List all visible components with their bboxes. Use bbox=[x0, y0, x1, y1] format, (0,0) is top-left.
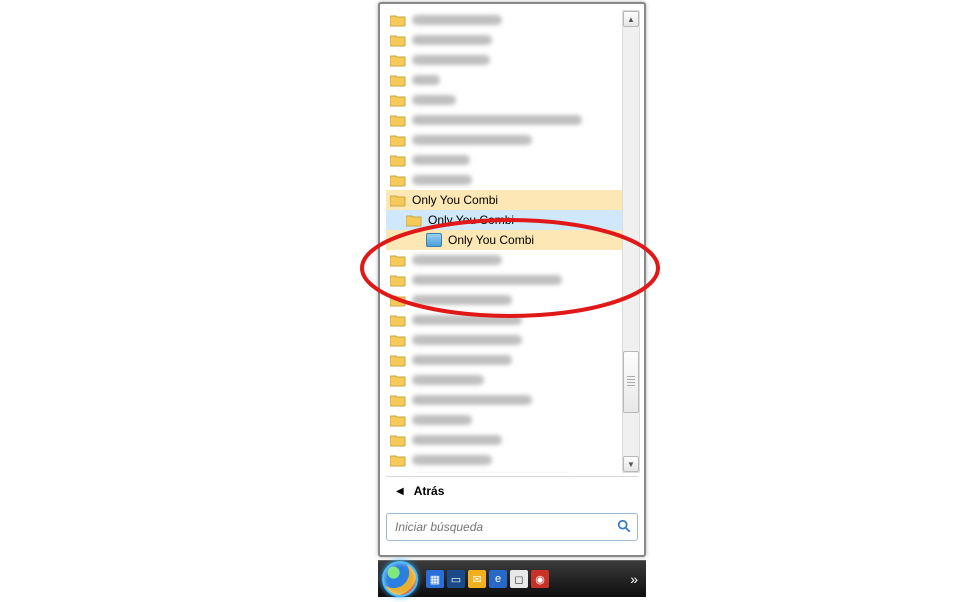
grip-icon bbox=[627, 376, 635, 386]
folder-icon bbox=[390, 193, 406, 207]
back-arrow-icon: ◀ bbox=[396, 486, 404, 497]
blurred-label bbox=[412, 135, 532, 145]
quicklaunch-icon[interactable]: ◻ bbox=[510, 570, 528, 588]
quick-launch: ▦ ▭ ✉ e ◻ ◉ bbox=[426, 570, 549, 588]
blurred-label bbox=[412, 335, 522, 345]
search-input[interactable] bbox=[393, 519, 617, 535]
chevron-right-icon[interactable]: » bbox=[630, 571, 638, 587]
list-item[interactable] bbox=[386, 170, 624, 190]
folder-icon bbox=[390, 173, 406, 187]
blurred-label bbox=[412, 435, 502, 445]
list-item[interactable] bbox=[386, 50, 624, 70]
blurred-label bbox=[412, 115, 582, 125]
blurred-label bbox=[412, 455, 492, 465]
taskbar: ▦ ▭ ✉ e ◻ ◉ » bbox=[378, 560, 646, 597]
blurred-label bbox=[412, 375, 484, 385]
folder-only-you-combi[interactable]: Only You Combi bbox=[386, 190, 624, 210]
blurred-label bbox=[412, 415, 472, 425]
list-item[interactable] bbox=[386, 430, 624, 450]
folder-icon bbox=[390, 433, 406, 447]
list-item[interactable] bbox=[386, 410, 624, 430]
folder-icon bbox=[390, 453, 406, 467]
scroll-up-button[interactable]: ▲ bbox=[623, 11, 639, 27]
blurred-label bbox=[412, 395, 532, 405]
list-item[interactable] bbox=[386, 130, 624, 150]
folder-icon bbox=[390, 273, 406, 287]
back-button[interactable]: ◀ Atrás bbox=[386, 476, 638, 505]
app-label: Only You Combi bbox=[448, 233, 534, 247]
folder-icon bbox=[390, 313, 406, 327]
programs-panel: Only You Combi Only You Combi Only You C… bbox=[378, 2, 646, 557]
list-item[interactable] bbox=[386, 330, 624, 350]
folder-icon bbox=[390, 253, 406, 267]
subfolder-only-you-combi[interactable]: Only You Combi bbox=[386, 210, 624, 230]
quicklaunch-icon[interactable]: ▭ bbox=[447, 570, 465, 588]
app-only-you-combi[interactable]: Only You Combi bbox=[386, 230, 624, 250]
blurred-label bbox=[412, 295, 512, 305]
back-label: Atrás bbox=[414, 484, 445, 498]
chevron-down-icon: ▼ bbox=[627, 460, 635, 469]
blurred-label bbox=[412, 315, 522, 325]
folder-icon bbox=[390, 393, 406, 407]
list-item[interactable] bbox=[386, 350, 624, 370]
scrollbar[interactable]: ▲ ▼ bbox=[622, 10, 640, 473]
list-item[interactable] bbox=[386, 310, 624, 330]
folder-icon bbox=[390, 353, 406, 367]
blurred-label bbox=[412, 155, 470, 165]
blurred-label bbox=[412, 15, 502, 25]
search-icon[interactable] bbox=[617, 519, 631, 536]
folder-icon bbox=[390, 413, 406, 427]
folder-icon bbox=[390, 373, 406, 387]
app-icon bbox=[426, 233, 442, 247]
quicklaunch-icon[interactable]: ✉ bbox=[468, 570, 486, 588]
blurred-label bbox=[412, 355, 512, 365]
list-item[interactable] bbox=[386, 290, 624, 310]
blurred-label bbox=[412, 275, 562, 285]
list-item[interactable] bbox=[386, 30, 624, 50]
blurred-label bbox=[412, 175, 472, 185]
folder-icon bbox=[390, 53, 406, 67]
list-item[interactable] bbox=[386, 110, 624, 130]
search-box[interactable] bbox=[386, 513, 638, 541]
scroll-down-button[interactable]: ▼ bbox=[623, 456, 639, 472]
folder-icon bbox=[390, 133, 406, 147]
chevron-up-icon: ▲ bbox=[627, 15, 635, 24]
list-item[interactable] bbox=[386, 390, 624, 410]
blurred-label bbox=[412, 255, 502, 265]
list-item[interactable] bbox=[386, 250, 624, 270]
folder-icon bbox=[390, 333, 406, 347]
blurred-label bbox=[412, 95, 456, 105]
list-item[interactable] bbox=[386, 150, 624, 170]
programs-list[interactable]: Only You Combi Only You Combi Only You C… bbox=[386, 10, 624, 473]
list-item[interactable] bbox=[386, 470, 624, 473]
folder-icon bbox=[390, 33, 406, 47]
folder-label: Only You Combi bbox=[412, 193, 498, 207]
blurred-label bbox=[412, 55, 490, 65]
blurred-label bbox=[412, 35, 492, 45]
quicklaunch-icon[interactable]: ◉ bbox=[531, 570, 549, 588]
list-item[interactable] bbox=[386, 450, 624, 470]
list-item[interactable] bbox=[386, 270, 624, 290]
scroll-thumb[interactable] bbox=[623, 351, 639, 413]
folder-icon bbox=[406, 213, 422, 227]
list-item[interactable] bbox=[386, 10, 624, 30]
folder-icon bbox=[390, 73, 406, 87]
ie-icon[interactable]: e bbox=[489, 570, 507, 588]
quicklaunch-icon[interactable]: ▦ bbox=[426, 570, 444, 588]
list-item[interactable] bbox=[386, 70, 624, 90]
folder-icon bbox=[390, 13, 406, 27]
start-orb[interactable] bbox=[382, 561, 418, 597]
list-item[interactable] bbox=[386, 370, 624, 390]
list-item[interactable] bbox=[386, 90, 624, 110]
folder-label: Only You Combi bbox=[428, 213, 514, 227]
folder-icon bbox=[390, 113, 406, 127]
folder-icon bbox=[390, 153, 406, 167]
folder-icon bbox=[390, 293, 406, 307]
folder-icon bbox=[390, 93, 406, 107]
blurred-label bbox=[412, 75, 440, 85]
